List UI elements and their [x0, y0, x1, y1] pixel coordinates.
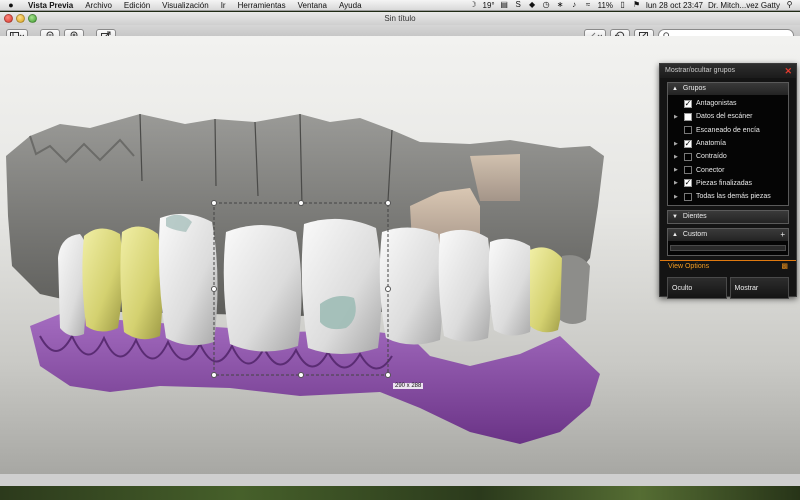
custom-list-bar[interactable]: [670, 245, 786, 252]
expand-arrow-icon[interactable]: ▶: [674, 167, 684, 173]
group-row-escaneado-encia[interactable]: Escaneado de encía: [668, 124, 788, 137]
moon-icon[interactable]: ☽: [469, 1, 478, 9]
expand-arrow-icon[interactable]: ▶: [674, 141, 684, 147]
bluetooth-icon[interactable]: ∗: [556, 1, 565, 9]
expand-triangle-icon: ▼: [672, 214, 678, 221]
view-options-label: View Options: [668, 263, 710, 271]
dientes-section: ▼ Dientes: [667, 210, 789, 225]
checkbox-contraido[interactable]: [684, 152, 692, 161]
group-row-piezas-finalizadas[interactable]: ▶ ✓ Piezas finalizadas: [668, 177, 788, 190]
panel-title-bar[interactable]: Mostrar/ocultar grupos ✕: [660, 64, 796, 78]
group-row-conector[interactable]: ▶ Conector: [668, 163, 788, 176]
temperature-text[interactable]: 19°: [483, 1, 495, 10]
checkbox-escaneado-encia[interactable]: [684, 126, 692, 135]
group-label: Antagonistas: [696, 100, 737, 108]
battery-text[interactable]: 11%: [598, 1, 613, 10]
clipboard-icon[interactable]: ▤: [500, 1, 509, 9]
checkbox-conector[interactable]: [684, 166, 692, 175]
apple-menu-icon[interactable]: ●: [0, 0, 22, 10]
show-hide-groups-panel: Mostrar/ocultar grupos ✕ ▲ Grupos ✓ Anta…: [659, 63, 797, 300]
window-controls: [4, 14, 37, 23]
checkbox-todas-demas-piezas[interactable]: [684, 192, 692, 201]
collapse-triangle-icon: ▲: [672, 86, 678, 92]
panel-buttons: Oculto Mostrar: [667, 277, 789, 300]
view-options-bar[interactable]: View Options ▩: [660, 260, 796, 271]
menu-archivo[interactable]: Archivo: [79, 1, 118, 10]
menu-ayuda[interactable]: Ayuda: [333, 1, 368, 10]
grupos-section: ▲ Grupos ✓ Antagonistas ▶ Datos del escá…: [667, 82, 789, 207]
group-row-todas-demas-piezas[interactable]: ▶ Todas las demás piezas: [668, 190, 788, 203]
dientes-header[interactable]: ▼ Dientes: [668, 211, 788, 224]
title-bar[interactable]: Sin título: [0, 12, 800, 25]
menu-edicion[interactable]: Edición: [118, 1, 156, 10]
spotlight-search-icon[interactable]: ⚲: [785, 1, 794, 9]
window-title: Sin título: [384, 14, 416, 23]
flag-icon[interactable]: ⚑: [632, 1, 641, 9]
panel-close-icon[interactable]: ✕: [784, 64, 792, 78]
group-row-contraido[interactable]: ▶ Contraído: [668, 150, 788, 163]
oculto-button[interactable]: Oculto: [667, 277, 727, 300]
group-row-datos-escaner[interactable]: ▶ Datos del escáner: [668, 110, 788, 123]
group-label: Contraído: [696, 153, 727, 161]
expand-arrow-icon[interactable]: ▶: [674, 194, 684, 200]
panel-title: Mostrar/ocultar grupos: [665, 67, 736, 74]
checkbox-datos-escaner[interactable]: [684, 112, 692, 121]
menu-ventana[interactable]: Ventana: [292, 1, 333, 10]
dientes-label: Dientes: [682, 213, 707, 221]
minimize-window-icon[interactable]: [16, 14, 25, 23]
group-label: Escaneado de encía: [696, 126, 760, 134]
menu-bar: ● Vista Previa Archivo Edición Visualiza…: [0, 0, 800, 11]
group-row-antagonistas[interactable]: ✓ Antagonistas: [668, 97, 788, 110]
add-custom-icon[interactable]: +: [780, 229, 785, 241]
wifi-icon[interactable]: ≈: [584, 1, 593, 9]
group-label: Todas las demás piezas: [696, 193, 771, 201]
checkbox-antagonistas[interactable]: ✓: [684, 99, 692, 108]
group-label: Conector: [696, 166, 725, 174]
grupos-list: ✓ Antagonistas ▶ Datos del escáner Escan…: [668, 95, 788, 206]
group-label: Anatomía: [696, 140, 726, 148]
checkbox-piezas-finalizadas[interactable]: ✓: [684, 179, 692, 188]
expand-arrow-icon[interactable]: ▶: [674, 180, 684, 186]
selection-size-label: 290 x 288: [393, 383, 424, 389]
expand-arrow-icon[interactable]: ▶: [674, 154, 684, 160]
custom-section: ▲ Custom +: [667, 228, 789, 257]
collapse-triangle-icon: ▲: [672, 232, 678, 239]
skype-icon[interactable]: S: [514, 1, 523, 9]
checkbox-anatomia[interactable]: ✓: [684, 139, 692, 148]
dropbox-icon[interactable]: ◆: [528, 1, 537, 9]
group-label: Datos del escáner: [696, 113, 753, 121]
close-window-icon[interactable]: [4, 14, 13, 23]
time-machine-icon[interactable]: ◷: [542, 1, 551, 9]
desktop-background: [0, 486, 800, 500]
group-label: Piezas finalizadas: [696, 179, 753, 187]
custom-list: [668, 241, 788, 256]
user-name[interactable]: Dr. Mitch...vez Gatty: [708, 1, 780, 10]
battery-icon[interactable]: ▯: [618, 1, 627, 9]
menu-visualizacion[interactable]: Visualización: [156, 1, 215, 10]
group-row-anatomia[interactable]: ▶ ✓ Anatomía: [668, 137, 788, 150]
grupos-label: Grupos: [682, 85, 706, 92]
expand-arrow-icon[interactable]: ▶: [674, 114, 684, 120]
menu-herramientas[interactable]: Herramientas: [232, 1, 292, 10]
custom-label: Custom: [682, 231, 708, 239]
menu-ir[interactable]: Ir: [215, 1, 232, 10]
menu-app-name[interactable]: Vista Previa: [22, 1, 79, 10]
volume-icon[interactable]: ♪: [570, 1, 579, 9]
custom-header[interactable]: ▲ Custom +: [668, 229, 788, 242]
mostrar-button[interactable]: Mostrar: [729, 277, 789, 300]
zoom-window-icon[interactable]: [28, 14, 37, 23]
grupos-header[interactable]: ▲ Grupos: [668, 83, 788, 95]
lock-icon[interactable]: ▩: [781, 261, 788, 272]
datetime-text[interactable]: lun 28 oct 23:47: [646, 1, 703, 10]
